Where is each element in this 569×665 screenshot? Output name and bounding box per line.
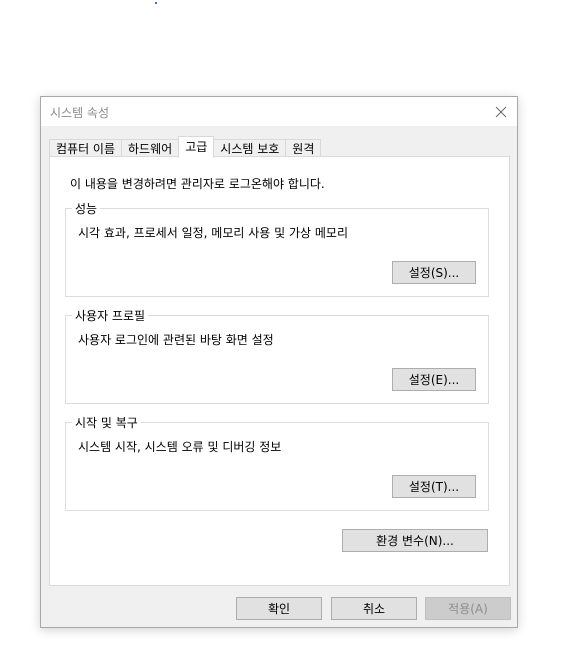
performance-group: 성능 시각 효과, 프로세서 일정, 메모리 사용 및 가상 메모리 설정(S)… (65, 200, 489, 297)
startup-recovery-group-label: 시작 및 복구 (72, 414, 141, 431)
close-icon (495, 106, 507, 117)
environment-variables-button[interactable]: 환경 변수(N)... (342, 529, 488, 552)
tab-hardware[interactable]: 하드웨어 (121, 139, 180, 157)
decorative-dot (155, 2, 157, 4)
tab-remote[interactable]: 원격 (285, 139, 322, 157)
user-profiles-group-label: 사용자 프로필 (72, 307, 149, 324)
title-bar: 시스템 속성 (41, 97, 517, 126)
close-button[interactable] (485, 97, 517, 126)
tab-strip: 컴퓨터 이름 하드웨어 고급 시스템 보호 원격 (49, 136, 322, 158)
performance-description: 시각 효과, 프로세서 일정, 메모리 사용 및 가상 메모리 (78, 226, 348, 240)
window-title: 시스템 속성 (50, 106, 110, 120)
user-profiles-settings-button[interactable]: 설정(E)... (392, 368, 476, 391)
system-properties-dialog: 시스템 속성 컴퓨터 이름 하드웨어 고급 시스템 보호 원격 이 내용을 변경… (40, 96, 518, 628)
admin-notice: 이 내용을 변경하려면 관리자로 로그온해야 합니다. (70, 177, 325, 191)
user-profiles-group: 사용자 프로필 사용자 로그인에 관련된 바탕 화면 설정 설정(E)... (65, 307, 489, 404)
ok-button[interactable]: 확인 (236, 597, 322, 620)
user-profiles-description: 사용자 로그인에 관련된 바탕 화면 설정 (78, 333, 274, 347)
startup-recovery-group: 시작 및 복구 시스템 시작, 시스템 오류 및 디버깅 정보 설정(T)... (65, 414, 489, 511)
performance-group-label: 성능 (72, 200, 101, 217)
tab-computer-name[interactable]: 컴퓨터 이름 (49, 139, 123, 157)
tab-system-protection[interactable]: 시스템 보호 (213, 139, 287, 157)
tab-advanced[interactable]: 고급 (178, 136, 215, 158)
advanced-tab-panel: 이 내용을 변경하려면 관리자로 로그온해야 합니다. 성능 시각 효과, 프로… (49, 156, 510, 586)
startup-recovery-description: 시스템 시작, 시스템 오류 및 디버깅 정보 (78, 440, 282, 454)
startup-recovery-settings-button[interactable]: 설정(T)... (392, 475, 476, 498)
performance-settings-button[interactable]: 설정(S)... (392, 261, 476, 284)
apply-button[interactable]: 적용(A) (425, 597, 511, 620)
cancel-button[interactable]: 취소 (331, 597, 417, 620)
